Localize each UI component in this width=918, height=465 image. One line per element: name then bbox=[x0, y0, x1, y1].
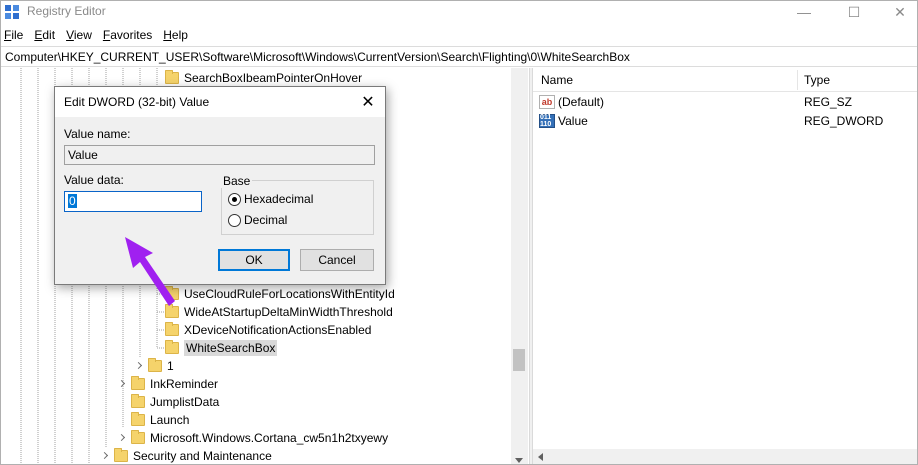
folder-icon bbox=[131, 412, 145, 426]
tree-vertical-scrollbar[interactable] bbox=[511, 68, 528, 464]
address-bar[interactable]: Computer\HKEY_CURRENT_USER\Software\Micr… bbox=[1, 46, 917, 67]
chevron-right-icon[interactable] bbox=[134, 362, 143, 371]
scroll-left-arrow-icon[interactable] bbox=[538, 453, 543, 461]
tree-item[interactable]: Launch bbox=[131, 411, 189, 429]
cancel-button[interactable]: Cancel bbox=[300, 249, 374, 271]
maximize-button[interactable]: ☐ bbox=[831, 1, 877, 23]
radio-hexadecimal-label: Hexadecimal bbox=[244, 192, 314, 206]
folder-icon bbox=[165, 322, 179, 336]
radio-unchecked-icon[interactable] bbox=[228, 213, 241, 227]
menu-help-accel: H bbox=[163, 28, 172, 42]
value-data-input[interactable]: 0 bbox=[64, 191, 202, 212]
folder-icon bbox=[131, 430, 145, 444]
menu-help-rest: elp bbox=[171, 28, 188, 42]
tree-item[interactable]: Microsoft.Windows.Cortana_cw5n1h2txyewy bbox=[117, 429, 388, 447]
dialog-title-bar[interactable]: Edit DWORD (32-bit) Value ✕ bbox=[55, 87, 385, 117]
menu-file[interactable]: File bbox=[4, 28, 23, 42]
folder-icon bbox=[131, 376, 145, 390]
tree-item[interactable]: WideAtStartupDeltaMinWidthThreshold bbox=[165, 303, 393, 321]
string-value-icon: ab bbox=[539, 95, 555, 109]
value-type: REG_DWORD bbox=[804, 114, 884, 128]
value-name: Value bbox=[558, 114, 588, 128]
annotation-arrow-icon bbox=[125, 237, 175, 306]
tree-item[interactable]: XDeviceNotificationActionsEnabled bbox=[165, 321, 371, 339]
menu-file-rest: ile bbox=[11, 28, 24, 42]
value-type: REG_SZ bbox=[804, 95, 853, 109]
tree-item[interactable]: JumplistData bbox=[131, 393, 219, 411]
tree-item-label: 1 bbox=[167, 359, 174, 373]
menu-help[interactable]: Help bbox=[163, 28, 188, 42]
chevron-right-icon[interactable] bbox=[117, 380, 126, 389]
tree-item[interactable]: 1 bbox=[134, 357, 174, 375]
folder-icon bbox=[131, 394, 145, 408]
menu-favorites-rest: avorites bbox=[110, 28, 153, 42]
tree-item-label: WhiteSearchBox bbox=[184, 340, 278, 356]
value-data-text: 0 bbox=[68, 194, 77, 208]
tree-item-label: JumplistData bbox=[150, 395, 220, 409]
values-list-pane[interactable]: Name Type ab (Default) REG_SZ 011 110 Va… bbox=[533, 68, 917, 464]
tree-item-label: WideAtStartupDeltaMinWidthThreshold bbox=[184, 305, 393, 319]
list-header: Name Type bbox=[533, 68, 917, 92]
ok-button[interactable]: OK bbox=[218, 249, 290, 271]
radio-decimal[interactable]: Decimal bbox=[228, 213, 287, 227]
menu-edit-rest: dit bbox=[42, 28, 56, 42]
value-data-label: Value data: bbox=[64, 173, 124, 187]
chevron-right-icon[interactable] bbox=[117, 434, 126, 443]
window-title: Registry Editor bbox=[27, 4, 106, 18]
scroll-down-arrow-icon[interactable] bbox=[515, 458, 523, 463]
menu-edit[interactable]: Edit bbox=[34, 28, 55, 42]
dialog-close-button[interactable]: ✕ bbox=[353, 89, 383, 115]
title-bar[interactable]: Registry Editor — ☐ ✕ bbox=[1, 1, 917, 23]
registry-editor-icon bbox=[5, 5, 19, 19]
folder-icon bbox=[148, 358, 162, 372]
dword-value-icon: 011 110 bbox=[539, 114, 555, 128]
folder-icon bbox=[165, 70, 179, 84]
base-group-title: Base bbox=[221, 174, 253, 188]
radio-decimal-label: Decimal bbox=[244, 213, 288, 227]
close-button[interactable]: ✕ bbox=[877, 1, 917, 23]
tree-item-label: XDeviceNotificationActionsEnabled bbox=[184, 323, 372, 337]
menu-view-rest: iew bbox=[73, 28, 92, 42]
column-header-type[interactable]: Type bbox=[804, 73, 830, 87]
tree-item-label: Launch bbox=[150, 413, 190, 427]
tree-item-label: Security and Maintenance bbox=[133, 449, 272, 463]
radio-checked-icon[interactable] bbox=[228, 192, 241, 206]
tree-item[interactable]: Security and Maintenance bbox=[100, 447, 272, 464]
column-header-name[interactable]: Name bbox=[541, 73, 573, 87]
dialog-title: Edit DWORD (32-bit) Value bbox=[64, 95, 210, 109]
registry-editor-window: Registry Editor — ☐ ✕ File Edit View Fav… bbox=[0, 0, 918, 465]
value-name-field: Value bbox=[64, 145, 375, 165]
tree-item-label: InkReminder bbox=[150, 377, 219, 391]
column-divider[interactable] bbox=[797, 70, 798, 90]
tree-item-label: Microsoft.Windows.Cortana_cw5n1h2txyewy bbox=[150, 431, 389, 445]
menu-bar: File Edit View Favorites Help bbox=[1, 25, 917, 45]
list-row[interactable]: 011 110 Value REG_DWORD bbox=[539, 112, 917, 130]
radio-hexadecimal[interactable]: Hexadecimal bbox=[228, 192, 313, 206]
value-name: (Default) bbox=[558, 95, 605, 109]
edit-dword-dialog: Edit DWORD (32-bit) Value ✕ Value name: … bbox=[54, 86, 386, 285]
list-row[interactable]: ab (Default) REG_SZ bbox=[539, 93, 917, 111]
tree-item-label: SearchBoxIbeamPointerOnHover bbox=[184, 71, 363, 85]
menu-view-accel: V bbox=[66, 28, 74, 42]
tree-item-label: UseCloudRuleForLocationsWithEntityId bbox=[184, 287, 395, 301]
tree-item-selected[interactable]: WhiteSearchBox bbox=[165, 339, 278, 357]
chevron-right-icon[interactable] bbox=[100, 452, 109, 461]
tree-item[interactable]: InkReminder bbox=[117, 375, 218, 393]
tree-item[interactable]: UseCloudRuleForLocationsWithEntityId bbox=[165, 285, 395, 303]
folder-icon bbox=[114, 448, 128, 462]
menu-favorites[interactable]: Favorites bbox=[103, 28, 152, 42]
value-name-label: Value name: bbox=[64, 127, 131, 141]
menu-view[interactable]: View bbox=[66, 28, 92, 42]
list-horizontal-scrollbar[interactable] bbox=[533, 449, 917, 464]
tree-item[interactable]: SearchBoxIbeamPointerOnHover bbox=[165, 69, 362, 87]
folder-icon bbox=[165, 340, 179, 354]
minimize-button[interactable]: — bbox=[781, 1, 827, 23]
scrollbar-thumb[interactable] bbox=[513, 349, 525, 371]
